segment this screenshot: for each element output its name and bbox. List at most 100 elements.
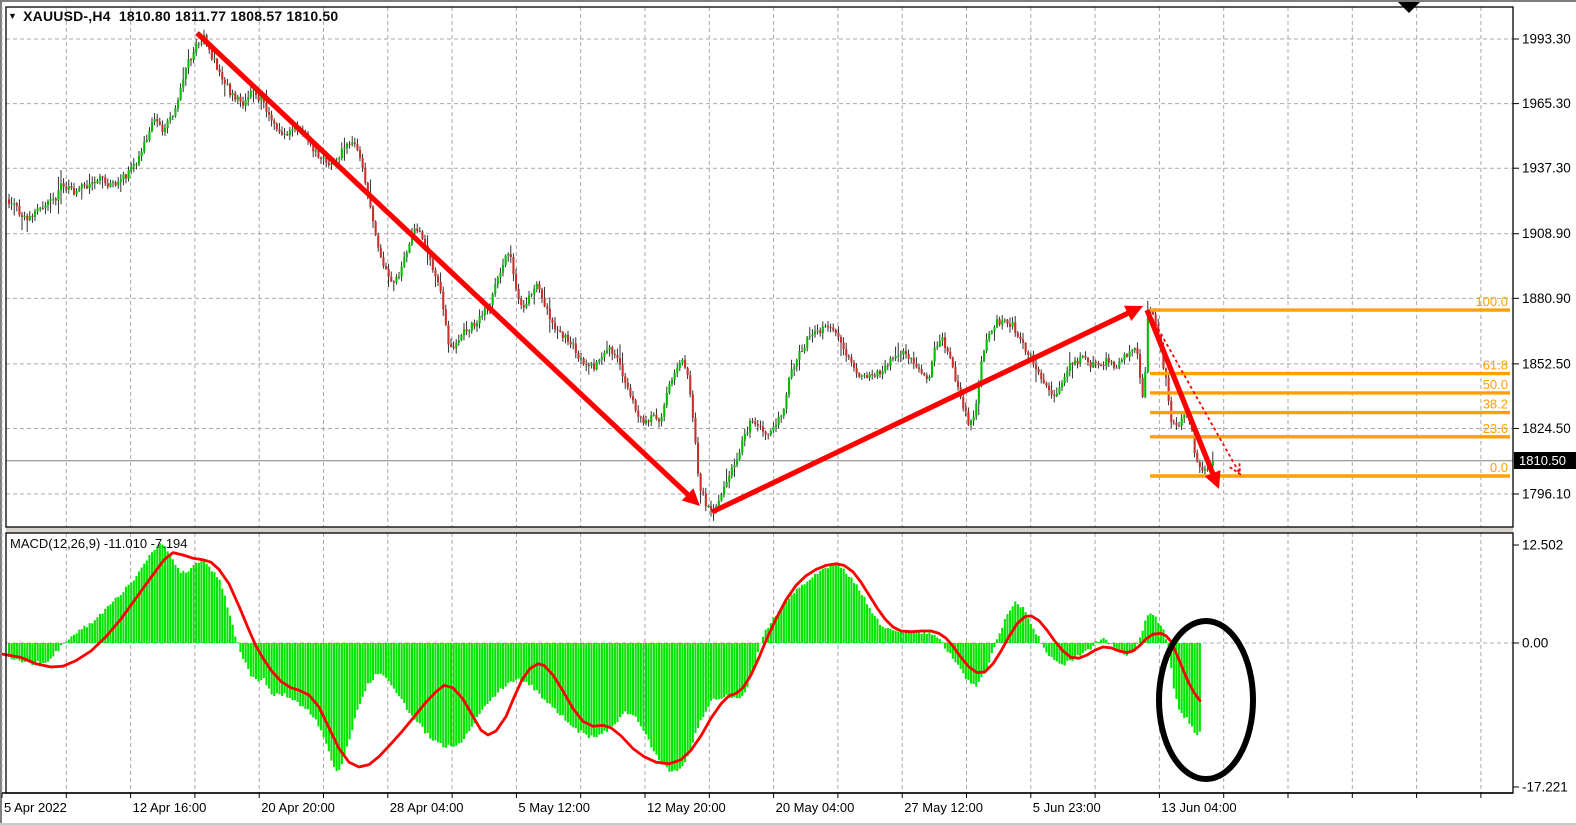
bear-candle: [234, 93, 236, 100]
price-axis-label: 1824.50: [1522, 421, 1571, 436]
macd-bar: [978, 643, 980, 682]
macd-bar: [1139, 637, 1141, 643]
bull-candle: [68, 186, 70, 189]
macd-indicator-label: MACD(12,26,9) -11.010 -7.194: [10, 536, 188, 551]
bull-candle: [109, 183, 111, 187]
bear-candle: [1025, 343, 1027, 352]
macd-bar: [681, 643, 683, 766]
macd-bar: [388, 643, 390, 681]
bear-candle: [31, 216, 33, 217]
bull-candle: [476, 323, 478, 326]
macd-bar: [146, 560, 148, 643]
bear-candle: [473, 323, 475, 327]
time-axis-label: 20 Apr 20:00: [261, 800, 335, 815]
bull-candle: [284, 134, 286, 135]
macd-bar: [923, 632, 925, 643]
macd-bar: [232, 625, 234, 643]
bear-candle: [1100, 365, 1102, 366]
macd-bar: [242, 643, 244, 659]
macd-bar: [528, 643, 530, 685]
macd-bar: [481, 643, 483, 710]
bull-candle: [674, 373, 676, 380]
bear-candle: [1108, 358, 1110, 363]
bear-candle: [577, 353, 579, 359]
macd-bar: [78, 630, 80, 643]
macd-bar: [575, 643, 577, 728]
macd-bar: [237, 642, 239, 643]
macd-bar: [198, 563, 200, 643]
bull-candle: [479, 316, 481, 323]
bear-candle: [375, 221, 377, 235]
bear-candle: [278, 129, 280, 131]
bear-candle: [453, 347, 455, 348]
macd-bar: [733, 643, 735, 697]
macd-bar: [190, 568, 192, 643]
macd-bar: [866, 604, 868, 643]
macd-bar: [757, 643, 759, 652]
fib-level-label: 61.8: [1483, 358, 1508, 373]
macd-bar: [913, 633, 915, 643]
macd-bar: [143, 564, 145, 643]
bear-candle: [83, 184, 85, 185]
bull-candle: [650, 415, 652, 422]
bull-candle: [401, 267, 403, 277]
bear-candle: [55, 199, 57, 201]
bull-candle: [89, 184, 91, 188]
macd-bar: [697, 643, 699, 728]
macd-bar: [811, 578, 813, 643]
bear-candle: [73, 188, 75, 194]
macd-bar: [380, 643, 382, 674]
macd-bar: [250, 643, 252, 676]
macd-bar: [593, 643, 595, 737]
chart-canvas[interactable]: 1993.301965.301937.301908.901880.901852.…: [0, 0, 1576, 825]
bull-candle: [910, 358, 912, 359]
macd-bar: [177, 568, 179, 643]
bear-candle: [104, 177, 106, 183]
macd-bar: [499, 643, 501, 688]
macd-bar: [463, 643, 465, 739]
bull-candle: [78, 188, 80, 191]
bull-candle: [590, 363, 592, 365]
macd-bar: [627, 643, 629, 714]
bear-candle: [694, 418, 696, 443]
macd-bar: [632, 643, 634, 715]
macd-bar: [700, 643, 702, 720]
bull-candle: [289, 131, 291, 136]
macd-bar: [830, 564, 832, 643]
macd-bar: [362, 643, 364, 697]
macd-bar: [720, 643, 722, 699]
macd-bar: [414, 643, 416, 720]
bull-candle: [733, 465, 735, 468]
bear-candle: [356, 144, 358, 150]
bull-candle: [778, 417, 780, 425]
bear-candle: [1077, 361, 1079, 364]
macd-bar: [892, 630, 894, 643]
macd-bar: [377, 643, 379, 674]
bear-candle: [156, 119, 158, 121]
bull-candle: [1183, 415, 1185, 418]
bull-candle: [44, 205, 46, 208]
bull-candle: [167, 121, 169, 128]
macd-bar: [364, 643, 366, 691]
macd-bar: [614, 643, 616, 724]
bear-candle: [642, 417, 644, 423]
bull-candle: [902, 351, 904, 355]
bull-candle: [653, 415, 655, 416]
macd-bar: [440, 643, 442, 743]
macd-bar: [294, 643, 296, 700]
bear-candle: [801, 351, 803, 352]
bull-candle: [130, 166, 132, 170]
macd-bar: [401, 643, 403, 699]
macd-bar: [1100, 639, 1102, 643]
bear-candle: [965, 409, 967, 412]
macd-bar: [317, 643, 319, 726]
bull-candle: [57, 190, 59, 200]
bull-candle: [193, 52, 195, 59]
bear-candle: [689, 375, 691, 394]
macd-bar: [148, 555, 150, 643]
bear-candle: [273, 121, 275, 124]
bull-candle: [603, 353, 605, 357]
symbol-dropdown-triangle-icon[interactable]: ▼: [8, 11, 17, 21]
macd-bar: [601, 643, 603, 734]
macd-bar: [216, 577, 218, 643]
